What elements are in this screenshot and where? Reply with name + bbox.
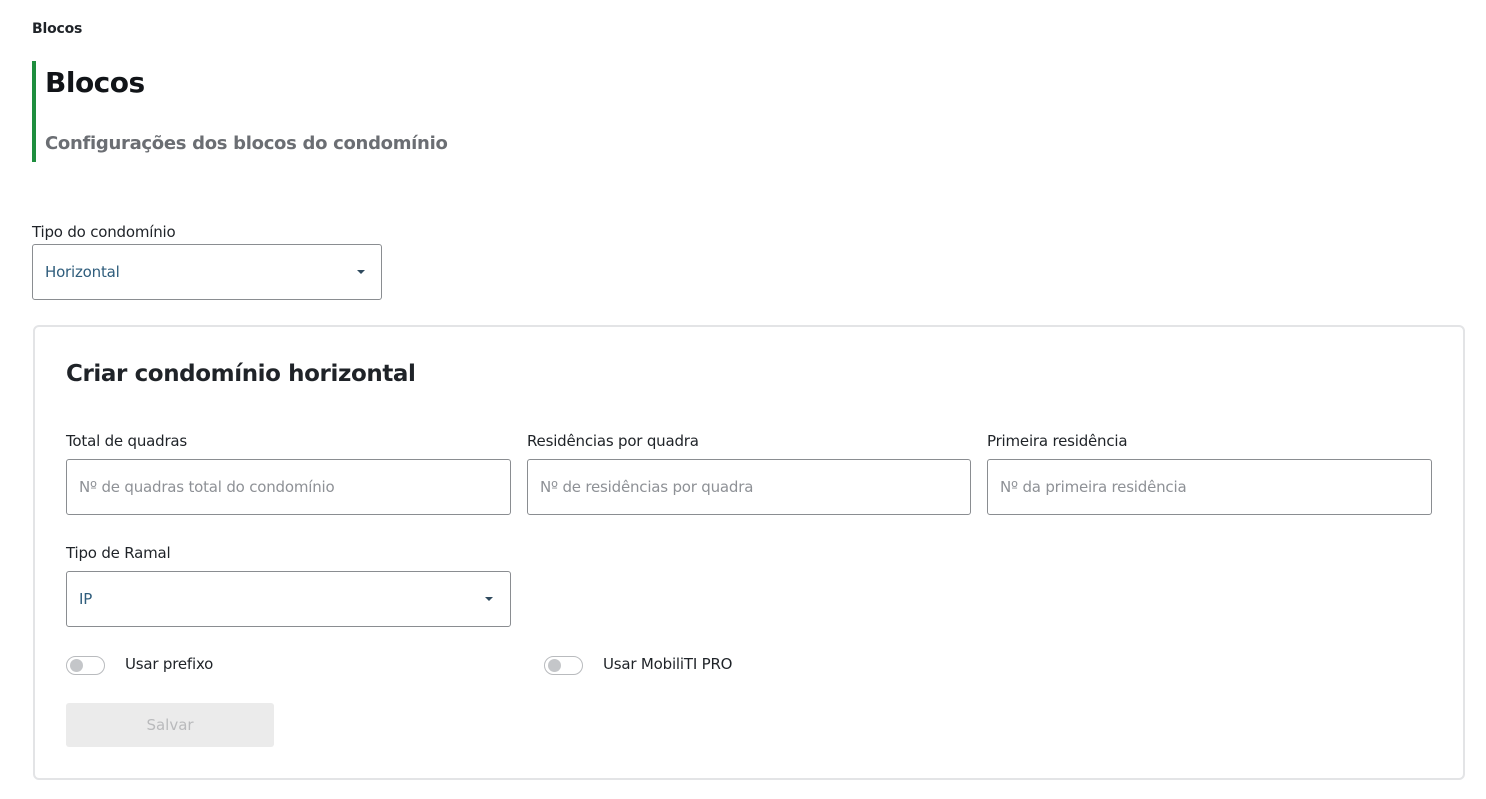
condo-type-select[interactable]: Horizontal: [32, 244, 382, 300]
card-title: Criar condomínio horizontal: [66, 361, 416, 387]
condo-type-label: Tipo do condomínio: [32, 223, 176, 241]
extension-type-label: Tipo de Ramal: [66, 544, 171, 562]
first-residence-label: Primeira residência: [987, 432, 1128, 450]
use-prefix-toggle[interactable]: [66, 656, 105, 675]
create-horizontal-condo-card: Criar condomínio horizontal Total de qua…: [33, 325, 1465, 780]
toggle-knob: [548, 659, 561, 672]
residences-per-block-input[interactable]: [527, 459, 971, 515]
page-subtitle: Configurações dos blocos do condomínio: [45, 133, 448, 154]
toggle-knob: [70, 659, 83, 672]
total-blocks-label: Total de quadras: [66, 432, 188, 450]
use-prefix-label: Usar prefixo: [125, 655, 214, 673]
page-title: Blocos: [45, 66, 145, 99]
extension-type-select[interactable]: IP: [66, 571, 511, 627]
page-header: Blocos Configurações dos blocos do condo…: [32, 61, 448, 162]
use-mobiliti-pro-label: Usar MobiliTI PRO: [603, 655, 733, 673]
total-blocks-input[interactable]: [66, 459, 511, 515]
condo-type-selected-value: Horizontal: [45, 263, 120, 281]
residences-per-block-label: Residências por quadra: [527, 432, 699, 450]
save-button[interactable]: Salvar: [66, 703, 274, 747]
page: Blocos Blocos Configurações dos blocos d…: [0, 0, 1486, 799]
first-residence-input[interactable]: [987, 459, 1432, 515]
breadcrumb[interactable]: Blocos: [32, 21, 82, 37]
chevron-down-icon: [485, 597, 493, 601]
extension-type-selected-value: IP: [79, 590, 93, 608]
chevron-down-icon: [357, 270, 365, 274]
use-mobiliti-pro-toggle[interactable]: [544, 656, 583, 675]
